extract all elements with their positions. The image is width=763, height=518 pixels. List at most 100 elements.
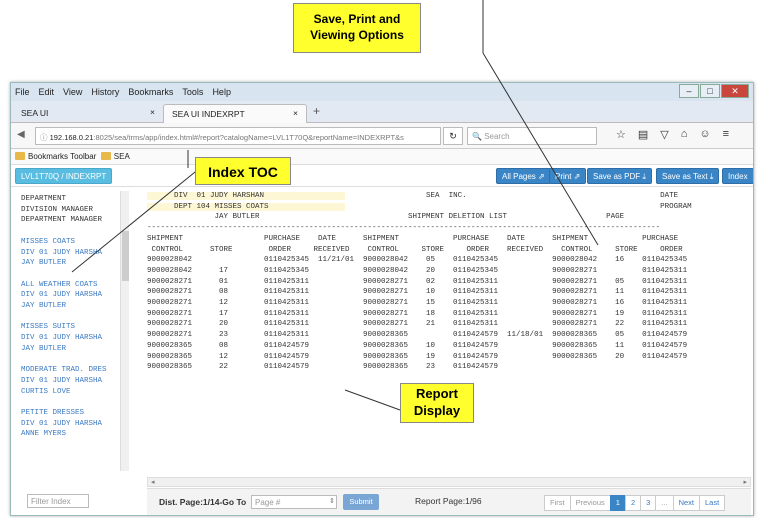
toc-entry[interactable]: JAY BUTLER <box>21 301 131 312</box>
report-line: 9000028365 08 0110424579 9000028365 10 0… <box>147 341 688 350</box>
pager-next[interactable]: Next <box>672 495 700 511</box>
toc-entry: DIVISION MANAGER <box>21 205 94 214</box>
toc-entry[interactable]: DIV 01 JUDY HARSHA <box>21 333 131 344</box>
report-line: 9000028271 17 0110425311 9000028271 18 0… <box>147 309 688 318</box>
toc-entry[interactable]: DIV 01 JUDY HARSHA <box>21 376 131 387</box>
window-controls: – □ ✕ <box>678 84 749 98</box>
minimize-icon[interactable]: – <box>679 84 699 98</box>
new-tab-icon[interactable]: + <box>313 104 320 118</box>
tab-label: SEA UI <box>21 108 49 118</box>
page-number-input[interactable]: Page # <box>251 495 337 509</box>
toc-spacer <box>21 397 131 408</box>
report-line: 9000028365 12 0110424579 9000028365 19 0… <box>147 352 688 361</box>
print-button[interactable]: Print ⇗ <box>549 168 587 184</box>
toc-entry[interactable]: DIV 01 JUDY HARSHA <box>21 248 131 259</box>
home-icon[interactable]: ⌂ <box>681 128 688 141</box>
all-pages-button[interactable]: All Pages ⇗ <box>496 168 551 184</box>
toc-entry[interactable]: CURTIS LOVE <box>21 387 131 398</box>
spinner-icon[interactable]: ⇕ <box>329 497 335 505</box>
dist-page-label: Dist. Page:1/14-Go To <box>159 497 247 507</box>
toc-entry[interactable]: DIV 01 JUDY HARSHA <box>21 290 131 301</box>
toc-entry[interactable]: ALL WEATHER COATS <box>21 280 131 291</box>
pager-page-3[interactable]: 3 <box>640 495 657 511</box>
menu-edit[interactable]: Edit <box>39 87 55 97</box>
back-arrow-icon[interactable]: ◀ <box>17 129 25 140</box>
folder-icon <box>100 152 111 160</box>
toc-spacer <box>21 226 131 237</box>
toc-entry[interactable]: JAY BUTLER <box>21 344 131 355</box>
catalog-report-button[interactable]: LVL1T70Q / INDEXRPT <box>15 168 113 184</box>
search-input[interactable]: 🔍 Search <box>467 127 597 145</box>
header-highlight: DEPT 104 MISSES COATS <box>147 202 346 211</box>
submit-button[interactable]: Submit <box>343 494 379 510</box>
pager-last[interactable]: Last <box>698 495 726 511</box>
save-as-pdf-button[interactable]: Save as PDF ⤓ <box>587 168 652 184</box>
toc-spacer <box>21 269 131 280</box>
info-icon[interactable]: ⓘ <box>40 133 50 142</box>
menu-history[interactable]: History <box>91 87 119 97</box>
page-input-placeholder: Page # <box>255 498 281 507</box>
menu-help[interactable]: Help <box>212 87 231 97</box>
close-tab-icon[interactable]: × <box>150 107 155 117</box>
pager-first[interactable]: First <box>544 495 571 511</box>
scroll-left-icon[interactable]: ◂ <box>151 479 155 486</box>
report-horizontal-scrollbar[interactable]: ◂ ▸ <box>147 477 751 487</box>
report-line: ----------------------------------------… <box>147 224 661 233</box>
menu-view[interactable]: View <box>63 87 82 97</box>
menu-tools[interactable]: Tools <box>182 87 203 97</box>
toc-entry[interactable]: MODERATE TRAD. DRES <box>21 365 131 376</box>
toc-entry[interactable]: MISSES COATS <box>21 237 131 248</box>
save-as-text-button[interactable]: Save as Text ⤓ <box>656 168 720 184</box>
report-line: 9000028271 08 0110425311 9000028271 10 0… <box>147 288 688 297</box>
bookmark-sea[interactable]: SEA <box>114 152 130 161</box>
bookmarks-toolbar-label[interactable]: Bookmarks Toolbar <box>28 152 96 161</box>
report-page-count: Report Page:1/96 <box>415 496 482 506</box>
reload-icon[interactable]: ↻ <box>443 127 463 145</box>
menu-icon[interactable]: ≡ <box>723 128 729 141</box>
toc-entry[interactable]: JAY BUTLER <box>21 258 131 269</box>
filter-index-input[interactable]: Filter Index <box>27 494 89 508</box>
close-tab-icon[interactable]: × <box>293 108 298 118</box>
filter-placeholder: Filter Index <box>31 497 71 506</box>
tab-sea-ui-indexrpt[interactable]: SEA UI INDEXRPT × <box>163 104 307 123</box>
tab-sea-ui[interactable]: SEA UI × <box>13 104 163 123</box>
report-display-callout: Report Display <box>400 383 474 423</box>
report-line: 9000028042 0110425345 11/21/01 900002804… <box>147 256 688 265</box>
maximize-icon[interactable]: □ <box>700 84 720 98</box>
close-icon[interactable]: ✕ <box>721 84 749 98</box>
tab-label: SEA UI INDEXRPT <box>172 109 245 119</box>
toc-scrollbar[interactable] <box>120 191 129 471</box>
pager-page-1[interactable]: 1 <box>609 495 626 511</box>
toc-entry[interactable]: DIV 01 JUDY HARSHA <box>21 419 131 430</box>
header-highlight: DIV 01 JUDY HARSHAN <box>147 192 346 200</box>
url-field[interactable]: ⓘ 192.168.0.21:8025/sea/trms/app/index.h… <box>35 127 441 145</box>
report-line: 9000028365 22 0110424579 9000028365 23 0… <box>147 363 499 372</box>
report-footer: Dist. Page:1/14-Go To Page # ⇕ Submit Re… <box>147 488 751 515</box>
folder-icon <box>15 152 25 160</box>
pager-page-2[interactable]: 2 <box>624 495 642 511</box>
report-display: DIV 01 JUDY HARSHAN SEA INC. DATE DEPT 1… <box>147 191 751 471</box>
report-line: 9000028271 20 0110425311 9000028271 21 0… <box>147 320 688 329</box>
report-line: 9000028042 17 0110425345 9000028042 20 0… <box>147 266 688 275</box>
header-text: SEA INC. DATE <box>345 192 679 200</box>
menu-file[interactable]: File <box>15 87 30 97</box>
reader-icon[interactable]: ▤ <box>638 128 648 141</box>
report-line: SHIPMENT PURCHASE DATE SHIPMENT PURCHASE… <box>147 234 679 243</box>
pager-previous[interactable]: Previous <box>569 495 611 511</box>
browser-window: File Edit View History Bookmarks Tools H… <box>10 82 754 516</box>
toc-entry[interactable]: PETITE DRESSES <box>21 408 131 419</box>
pocket-icon[interactable]: ▽ <box>660 128 668 141</box>
url-path: :8025/sea/trms/app/index.html#/report?ca… <box>93 133 404 142</box>
report-header-line: DIV 01 JUDY HARSHAN SEA INC. DATE <box>147 191 751 202</box>
star-icon[interactable]: ☆ <box>616 128 626 141</box>
report-header-line: DEPT 104 MISSES COATS PROGRAM <box>147 202 751 213</box>
report-line: 9000028271 23 0110425311 9000028365 0110… <box>147 331 688 340</box>
menu-bookmarks[interactable]: Bookmarks <box>128 87 173 97</box>
tab-bar: SEA UI × SEA UI INDEXRPT × + <box>11 101 753 123</box>
scroll-right-icon[interactable]: ▸ <box>743 478 747 486</box>
index-button[interactable]: Index <box>722 168 753 184</box>
scroll-thumb[interactable] <box>122 231 129 281</box>
toc-entry[interactable]: ANNE MYERS <box>21 429 131 440</box>
sync-icon[interactable]: ☺ <box>699 128 710 141</box>
toc-entry[interactable]: MISSES SUITS <box>21 322 131 333</box>
